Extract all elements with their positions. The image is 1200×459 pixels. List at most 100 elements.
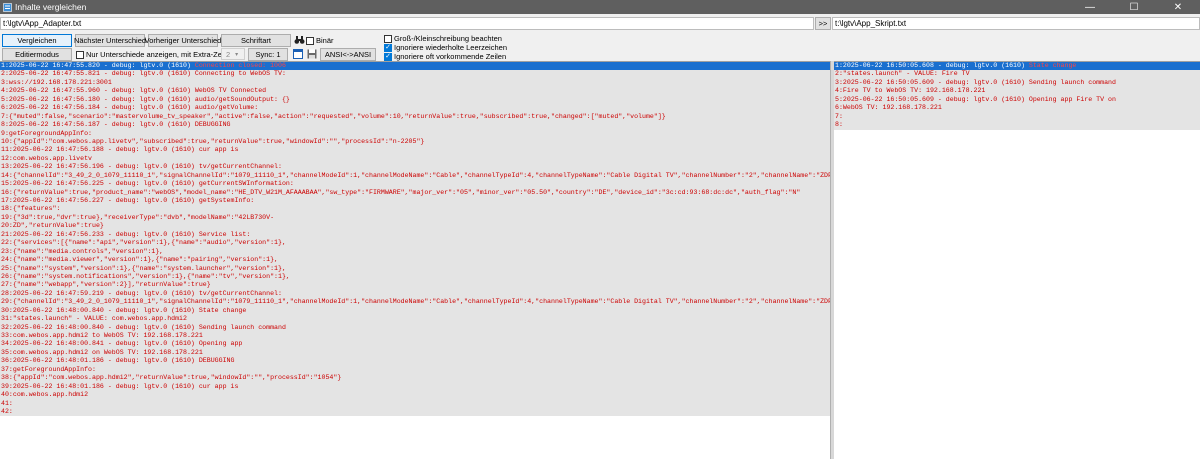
text-line[interactable]: 39:2025-06-22 16:48:01.186 - debug: lgtv…: [0, 383, 830, 391]
line-text: 17:2025-06-22 16:47:56.227 - debug: lgtv…: [1, 197, 255, 204]
right-lines-list: 1:2025-06-22 16:50:05.608 - debug: lgtv.…: [834, 62, 1200, 130]
text-line[interactable]: 11:2025-06-22 16:47:56.188 - debug: lgtv…: [0, 146, 830, 154]
text-line[interactable]: 8:: [834, 121, 1200, 129]
text-line[interactable]: 6:2025-06-22 16:47:56.184 - debug: lgtv.…: [0, 104, 830, 112]
minimize-button[interactable]: —: [1068, 0, 1112, 14]
text-line[interactable]: 26:{"name":"system.notifications","versi…: [0, 273, 830, 281]
text-line[interactable]: 21:2025-06-22 16:47:56.233 - debug: lgtv…: [0, 231, 830, 239]
compare-button[interactable]: Vergleichen: [2, 34, 72, 47]
binary-label: Binär: [316, 36, 334, 45]
text-line[interactable]: 1:2025-06-22 16:47:55.820 - debug: lgtv.…: [0, 62, 830, 71]
line-text: 14:{"channelId":"3_49_2_0_1079_11110_1",…: [1, 171, 830, 179]
ignore-frequent-checkbox[interactable]: ✓ Ignoriere oft vorkommende Zeilen: [384, 52, 506, 61]
save-icon[interactable]: [306, 48, 318, 60]
text-line[interactable]: 9:getForegroundAppInfo:: [0, 130, 830, 138]
text-line[interactable]: 13:2025-06-22 16:47:56.196 - debug: lgtv…: [0, 163, 830, 171]
swap-files-button[interactable]: >>: [815, 17, 831, 30]
line-text: 25:{"name":"system","version":1},{"name"…: [1, 264, 286, 272]
text-line[interactable]: 22:{"services":[{"name":"api","version":…: [0, 239, 830, 247]
line-text: 34:2025-06-22 16:48:00.841 - debug: lgtv…: [1, 340, 243, 348]
line-text: 7:{"muted":false,"scenario":"mastervolum…: [1, 112, 666, 120]
diff-highlight: State change: [1028, 62, 1077, 69]
text-line[interactable]: 3:wss://192.168.178.221:3001: [0, 79, 830, 87]
text-line[interactable]: 35:com.webos.app.hdmi2 on WebOS TV: 192.…: [0, 349, 830, 357]
text-line[interactable]: 1:2025-06-22 16:50:05.608 - debug: lgtv.…: [834, 62, 1200, 71]
text-line[interactable]: 5:2025-06-22 16:50:05.609 - debug: lgtv.…: [834, 96, 1200, 104]
line-text: 3:wss://192.168.178.221:3001: [1, 78, 112, 86]
close-button[interactable]: ✕: [1156, 0, 1200, 14]
binary-checkbox-box[interactable]: [306, 36, 314, 45]
line-text: 18:{"features":: [1, 205, 61, 213]
line-text: 3:2025-06-22 16:50:05.609 - debug: lgtv.…: [835, 78, 1116, 86]
binary-checkbox[interactable]: Binär: [306, 36, 334, 45]
extra-lines-select[interactable]: 2 ▾: [221, 48, 245, 60]
binoculars-icon[interactable]: [293, 34, 305, 46]
ignore-spaces-checkbox[interactable]: ✓ Ignoriere wiederholte Leerzeichen: [384, 43, 507, 52]
text-line[interactable]: 30:2025-06-22 16:48:00.840 - debug: lgtv…: [0, 307, 830, 315]
line-text: 4:Fire TV to WebOS TV: 192.168.178.221: [835, 87, 986, 95]
text-line[interactable]: 37:getForegroundAppInfo:: [0, 366, 830, 374]
text-line[interactable]: 2:"states.launch" - VALUE: Fire TV: [834, 70, 1200, 78]
next-difference-button[interactable]: Nächster Unterschied: [74, 34, 146, 47]
text-line[interactable]: 32:2025-06-22 16:48:00.840 - debug: lgtv…: [0, 324, 830, 332]
text-line[interactable]: 10:{"appId":"com.webos.app.livetv","subs…: [0, 138, 830, 146]
case-sensitive-checkbox[interactable]: Groß-/Kleinschreibung beachten: [384, 34, 502, 43]
text-line[interactable]: 18:{"features":: [0, 205, 830, 213]
text-line[interactable]: 41:: [0, 400, 830, 408]
text-line[interactable]: 27:{"name":"webapp","version":2}],"retur…: [0, 281, 830, 289]
text-line[interactable]: 42:: [0, 408, 830, 416]
extra-lines-value: 2: [226, 49, 231, 59]
window-icon[interactable]: [292, 48, 304, 60]
text-line[interactable]: 7:: [834, 113, 1200, 121]
right-file-path-input[interactable]: t:\lgtv\App_Skript.txt: [832, 17, 1200, 30]
edit-mode-button[interactable]: Editiermodus: [2, 48, 72, 61]
text-line[interactable]: 28:2025-06-22 16:47:59.219 - debug: lgtv…: [0, 290, 830, 298]
app-icon: [2, 2, 12, 12]
text-line[interactable]: 33:com.webos.app.hdmi2 to WebOS TV: 192.…: [0, 332, 830, 340]
text-line[interactable]: 36:2025-06-22 16:48:01.186 - debug: lgtv…: [0, 357, 830, 365]
text-line[interactable]: 17:2025-06-22 16:47:56.227 - debug: lgtv…: [0, 197, 830, 205]
ignore-frequent-checkbox-box[interactable]: ✓: [384, 52, 392, 61]
line-text: 4:2025-06-22 16:47:55.960 - debug: lgtv.…: [1, 87, 267, 95]
text-line[interactable]: 2:2025-06-22 16:47:55.821 - debug: lgtv.…: [0, 70, 830, 78]
text-line[interactable]: 6:WebOS TV: 192.168.178.221: [834, 104, 1200, 112]
text-line[interactable]: 19:{"3d":true,"dvr":true},"receiverType"…: [0, 214, 830, 222]
text-line[interactable]: 34:2025-06-22 16:48:00.841 - debug: lgtv…: [0, 340, 830, 348]
left-content-pane[interactable]: 1:2025-06-22 16:47:55.820 - debug: lgtv.…: [0, 61, 830, 459]
line-text: 35:com.webos.app.hdmi2 on WebOS TV: 192.…: [1, 348, 203, 356]
text-line[interactable]: 16:{"returnValue":true,"product_name":"w…: [0, 189, 830, 197]
line-text: 6:WebOS TV: 192.168.178.221: [835, 104, 942, 112]
text-line[interactable]: 38:{"appId":"com.webos.app.hdmi2","retur…: [0, 374, 830, 382]
text-line[interactable]: 29:{"channelId":"3_49_2_0_1079_11110_1",…: [0, 298, 830, 306]
right-content-pane[interactable]: 1:2025-06-22 16:50:05.608 - debug: lgtv.…: [834, 61, 1200, 459]
line-text: 29:{"channelId":"3_49_2_0_1079_11110_1",…: [1, 298, 830, 306]
left-file-path-input[interactable]: t:\lgtv\App_Adapter.txt: [0, 17, 814, 30]
case-sensitive-checkbox-box[interactable]: [384, 34, 392, 43]
ignore-spaces-checkbox-box[interactable]: ✓: [384, 43, 392, 52]
sync-button[interactable]: Sync: 1: [248, 48, 288, 61]
ansi-encoding-button[interactable]: ANSI<->ANSI: [320, 48, 376, 61]
text-line[interactable]: 15:2025-06-22 16:47:56.225 - debug: lgtv…: [0, 180, 830, 188]
text-line[interactable]: 5:2025-06-22 16:47:56.180 - debug: lgtv.…: [0, 96, 830, 104]
text-line[interactable]: 14:{"channelId":"3_49_2_0_1079_11110_1",…: [0, 172, 830, 180]
text-line[interactable]: 31:"states.launch" - VALUE: com.webos.ap…: [0, 315, 830, 323]
only-differences-checkbox-box[interactable]: [76, 50, 84, 59]
line-text: 23:{"name":"media.controls","version":1}…: [1, 247, 164, 255]
text-line[interactable]: 20:ZD","returnValue":true}: [0, 222, 830, 230]
text-line[interactable]: 40:com.webos.app.hdmi2: [0, 391, 830, 399]
text-line[interactable]: 7:{"muted":false,"scenario":"mastervolum…: [0, 113, 830, 121]
previous-difference-button[interactable]: Vorheriger Unterschied: [145, 34, 221, 47]
text-line[interactable]: 24:{"name":"media.viewer","version":1},{…: [0, 256, 830, 264]
font-button[interactable]: Schriftart: [221, 34, 291, 47]
text-line[interactable]: 4:Fire TV to WebOS TV: 192.168.178.221: [834, 87, 1200, 95]
text-line[interactable]: 4:2025-06-22 16:47:55.960 - debug: lgtv.…: [0, 87, 830, 95]
text-line[interactable]: 23:{"name":"media.controls","version":1}…: [0, 248, 830, 256]
maximize-button[interactable]: ☐: [1112, 0, 1156, 14]
diff-highlight: Connection closed: 1006: [194, 62, 286, 69]
left-lines-list: 1:2025-06-22 16:47:55.820 - debug: lgtv.…: [0, 62, 830, 417]
only-differences-checkbox[interactable]: Nur Unterschiede anzeigen, mit Extra-Zei…: [76, 50, 236, 59]
text-line[interactable]: 25:{"name":"system","version":1},{"name"…: [0, 265, 830, 273]
text-line[interactable]: 8:2025-06-22 16:47:56.187 - debug: lgtv.…: [0, 121, 830, 129]
text-line[interactable]: 12:com.webos.app.livetv: [0, 155, 830, 163]
text-line[interactable]: 3:2025-06-22 16:50:05.609 - debug: lgtv.…: [834, 79, 1200, 87]
